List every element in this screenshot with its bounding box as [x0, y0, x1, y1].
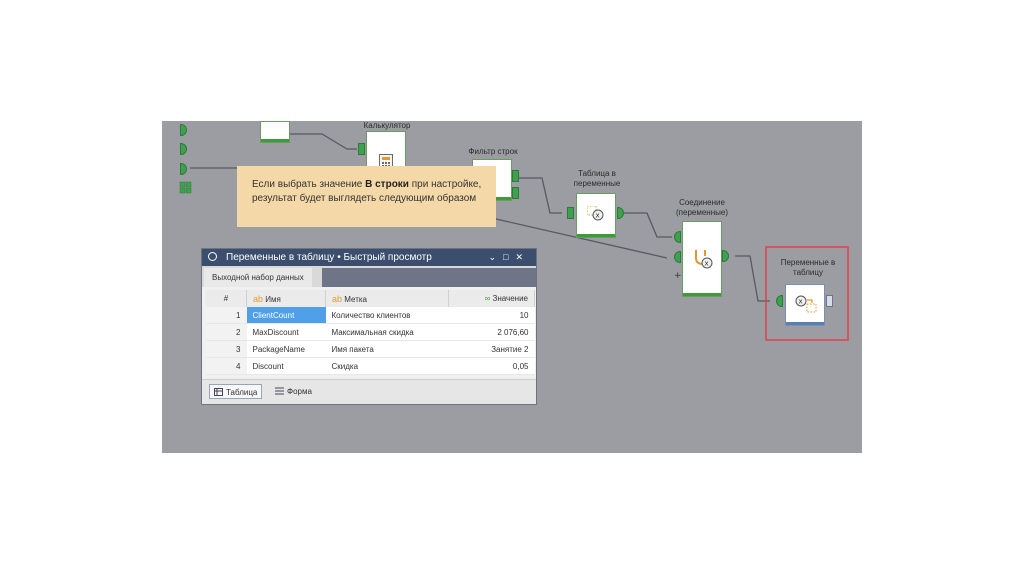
cell-name[interactable]: MaxDiscount: [246, 323, 326, 341]
node-label-row-filter: Фильтр строк: [468, 147, 518, 156]
input-port[interactable]: [674, 251, 681, 263]
column-header-value[interactable]: ∞ Значение: [448, 290, 535, 307]
cell-name[interactable]: ClientCount: [246, 307, 326, 324]
table-header: # ab Имя ab Метка ∞ Значение: [206, 290, 535, 307]
input-port[interactable]: [674, 231, 681, 243]
svg-text:x: x: [705, 260, 709, 268]
table-icon: x: [795, 295, 817, 313]
variant-type-icon: ∞: [484, 294, 491, 303]
table-row[interactable]: 3 PackageName Имя пакета Занятие 2: [206, 340, 535, 358]
dialog-footer: Таблица Форма: [202, 379, 536, 404]
column-header-label-col[interactable]: ab Метка: [325, 290, 449, 307]
column-header-label: Метка: [344, 294, 367, 304]
form-icon: [275, 387, 284, 395]
node-vars-to-table[interactable]: x: [785, 284, 825, 326]
cell-name[interactable]: Discount: [246, 357, 326, 375]
output-port[interactable]: [512, 170, 519, 182]
column-header-name[interactable]: ab Имя: [246, 290, 326, 307]
row-number[interactable]: 4: [206, 357, 247, 375]
node-label-vars-to-table: Переменные в таблицу: [780, 258, 836, 277]
grid-port-icon: [179, 187, 186, 194]
table-row[interactable]: 4 Discount Скидка 0,05: [206, 357, 535, 375]
grid-port-icon: [185, 181, 192, 188]
wire-to-table-vars: [517, 177, 562, 214]
plus-icon: +: [674, 271, 682, 281]
output-port[interactable]: [826, 295, 833, 307]
node-table-to-vars[interactable]: x: [576, 193, 616, 238]
svg-text:x: x: [596, 212, 600, 220]
row-number[interactable]: 3: [206, 340, 247, 358]
cell-value[interactable]: Занятие 2: [448, 340, 535, 358]
row-number[interactable]: 1: [206, 307, 247, 324]
node-join-vars[interactable]: x: [682, 221, 722, 297]
column-header-label: Имя: [265, 294, 281, 304]
node-label-table-to-vars: Таблица в переменные: [573, 169, 621, 188]
column-header-label: Значение: [492, 294, 528, 303]
variable-icon: x: [587, 206, 604, 221]
node-label-calculator: Калькулятор: [363, 121, 411, 130]
dialog-title: Переменные в таблицу • Быстрый просмотр: [226, 252, 432, 263]
cell-label[interactable]: Количество клиентов: [325, 307, 449, 324]
column-header-num[interactable]: #: [206, 290, 247, 307]
quick-view-dialog: Переменные в таблицу • Быстрый просмотр …: [201, 248, 537, 405]
table-button-label: Таблица: [226, 388, 258, 397]
table-icon: [214, 388, 223, 396]
table-row[interactable]: 2 MaxDiscount Максимальная скидка 2 076,60: [206, 323, 535, 341]
join-icon: x: [695, 250, 713, 269]
form-button-label: Форма: [287, 387, 312, 396]
form-view-button[interactable]: Форма: [271, 384, 316, 399]
cell-value[interactable]: 2 076,60: [448, 323, 535, 341]
maximize-icon[interactable]: □: [503, 252, 515, 262]
node-label-join-vars: Соединение (переменные): [676, 198, 728, 217]
tab-bar-fill: [322, 268, 536, 287]
input-port[interactable]: [358, 143, 365, 155]
callout-text: Если выбрать значение: [252, 179, 366, 190]
tab-output-dataset[interactable]: Выходной набор данных: [204, 268, 312, 287]
wire-to-calculator: [282, 133, 357, 150]
search-icon: [208, 252, 217, 261]
table-row[interactable]: 1 ClientCount Количество клиентов 10: [206, 307, 535, 324]
text-type-icon: ab: [253, 293, 264, 304]
cell-label[interactable]: Максимальная скидка: [325, 323, 449, 341]
close-icon[interactable]: ✕: [515, 252, 530, 262]
cell-label[interactable]: Имя пакета: [325, 340, 449, 358]
grid-port-icon: [179, 181, 186, 188]
table-view-button[interactable]: Таблица: [209, 384, 263, 399]
text-type-icon: ab: [332, 293, 343, 304]
minimize-icon[interactable]: ⌄: [488, 252, 503, 262]
wire-to-vars-table: [735, 255, 770, 302]
cell-value[interactable]: 10: [448, 307, 535, 324]
output-port[interactable]: [512, 187, 519, 199]
svg-text:x: x: [799, 298, 803, 306]
hint-callout: Если выбрать значение В строки при настр…: [237, 166, 496, 227]
callout-bold-text: В строки: [365, 179, 409, 190]
node-partial[interactable]: [260, 121, 290, 143]
input-port[interactable]: [567, 207, 574, 219]
dialog-title-bar[interactable]: Переменные в таблицу • Быстрый просмотр …: [202, 249, 536, 266]
row-number[interactable]: 2: [206, 323, 247, 341]
cell-name[interactable]: PackageName: [246, 340, 326, 358]
cell-label[interactable]: Скидка: [325, 357, 449, 375]
tab-bar: Выходной набор данных: [202, 266, 536, 287]
cell-value[interactable]: 0,05: [448, 357, 535, 375]
data-table: # ab Имя ab Метка ∞ Значение 1 ClientCoun…: [206, 290, 535, 375]
input-port[interactable]: [776, 295, 783, 307]
grid-port-icon: [185, 187, 192, 194]
